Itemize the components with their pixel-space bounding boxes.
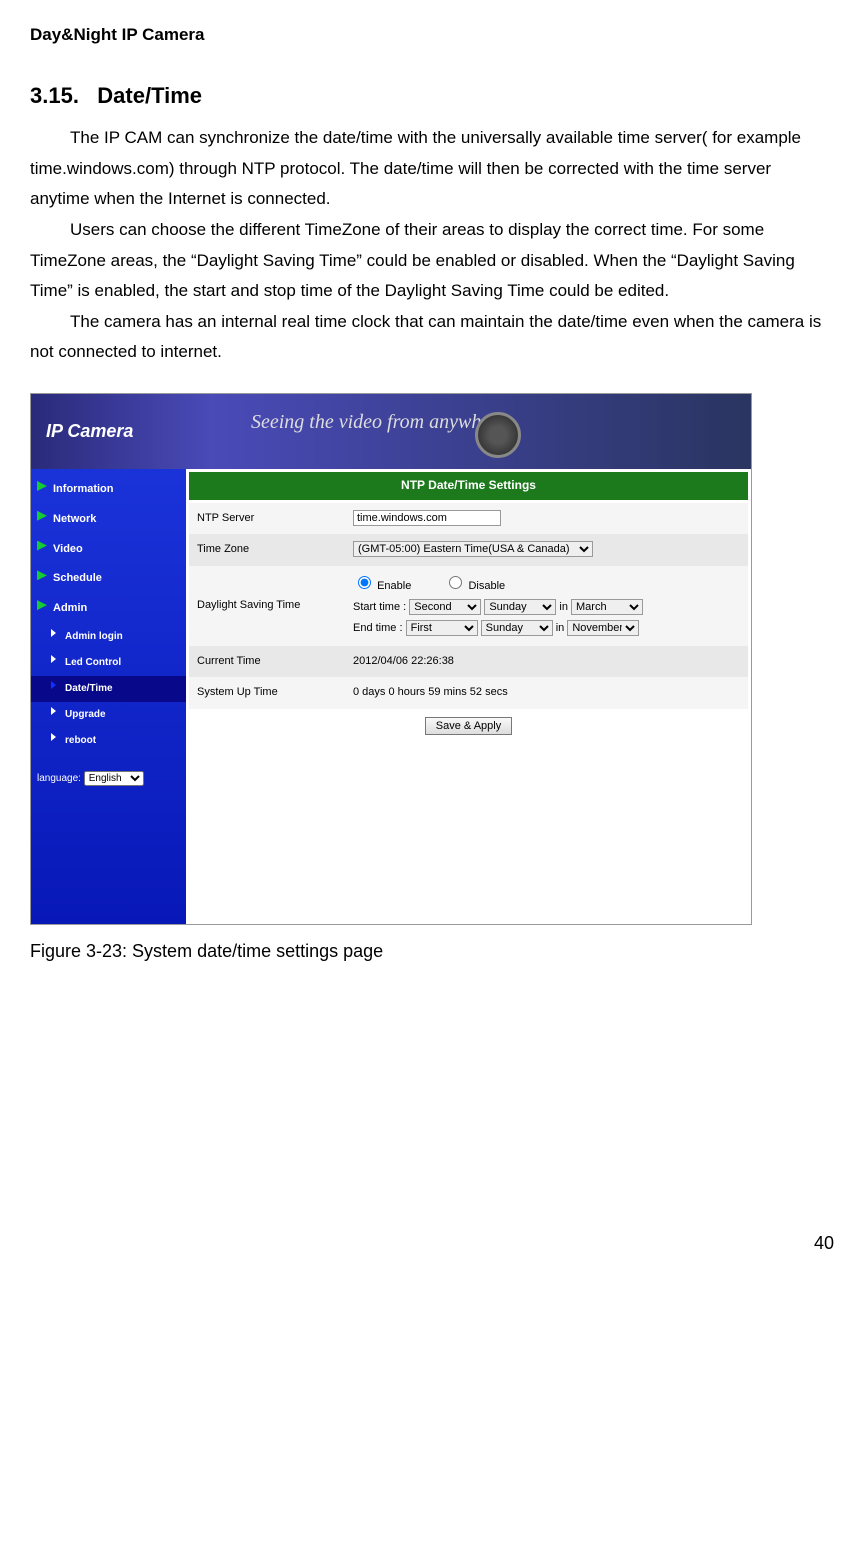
dst-end-text: End time :	[353, 622, 403, 634]
sidebar-item-video[interactable]: Video	[31, 535, 186, 565]
sidebar-sub-reboot[interactable]: reboot	[31, 728, 186, 754]
language-select[interactable]: English	[84, 771, 144, 786]
banner-logo: IP Camera	[46, 415, 133, 447]
dst-start-text: Start time :	[353, 601, 406, 613]
panel-title: NTP Date/Time Settings	[189, 472, 748, 500]
content-area: NTP Date/Time Settings NTP Server Time Z…	[186, 469, 751, 924]
dst-start-week[interactable]: Second	[409, 599, 481, 615]
doc-header: Day&Night IP Camera	[30, 20, 834, 51]
figure-caption: Figure 3-23: System date/time settings p…	[30, 935, 834, 967]
page-number: 40	[30, 1227, 834, 1259]
language-selector: language: English	[31, 766, 186, 792]
banner-slogan: Seeing the video from anywhere	[251, 404, 506, 440]
banner: IP Camera Seeing the video from anywhere	[31, 394, 751, 469]
sidebar-sub-upgrade[interactable]: Upgrade	[31, 702, 186, 728]
sidebar-item-network[interactable]: Network	[31, 505, 186, 535]
paragraph-3: The camera has an internal real time clo…	[30, 307, 834, 368]
sidebar-item-information[interactable]: Information	[31, 475, 186, 505]
settings-table: NTP Server Time Zone (GMT-05:00) Eastern…	[189, 503, 748, 710]
ntp-input[interactable]	[353, 510, 501, 526]
current-time-value: 2012/04/06 22:26:38	[345, 646, 748, 678]
dst-end-week[interactable]: First	[406, 620, 478, 636]
dst-end-month[interactable]: November	[567, 620, 639, 636]
dst-disable-label[interactable]: Disable	[444, 580, 505, 592]
tz-select[interactable]: (GMT-05:00) Eastern Time(USA & Canada)	[353, 541, 593, 557]
dst-start-month[interactable]: March	[571, 599, 643, 615]
ntp-label: NTP Server	[189, 503, 345, 535]
dst-end-day[interactable]: Sunday	[481, 620, 553, 636]
section-number: 3.15.	[30, 83, 79, 108]
dst-disable-radio[interactable]	[449, 576, 462, 589]
uptime-label: System Up Time	[189, 677, 345, 709]
tz-label: Time Zone	[189, 534, 345, 566]
sidebar-sub-adminlogin[interactable]: Admin login	[31, 624, 186, 650]
sidebar-item-admin[interactable]: Admin	[31, 594, 186, 624]
dst-label: Daylight Saving Time	[189, 566, 345, 645]
section-heading: 3.15. Date/Time	[30, 76, 834, 116]
dst-enable-radio[interactable]	[358, 576, 371, 589]
save-apply-button[interactable]: Save & Apply	[425, 717, 512, 735]
dst-start-day[interactable]: Sunday	[484, 599, 556, 615]
sidebar: Information Network Video Schedule Admin…	[31, 469, 186, 924]
section-title-text: Date/Time	[97, 83, 202, 108]
lens-icon	[475, 412, 521, 458]
figure: IP Camera Seeing the video from anywhere…	[30, 393, 834, 925]
dst-end-in: in	[556, 622, 565, 634]
sidebar-sub-ledcontrol[interactable]: Led Control	[31, 650, 186, 676]
dst-enable-label[interactable]: Enable	[353, 580, 411, 592]
dst-start-in: in	[559, 601, 568, 613]
ipcam-screenshot: IP Camera Seeing the video from anywhere…	[30, 393, 752, 925]
uptime-value: 0 days 0 hours 59 mins 52 secs	[345, 677, 748, 709]
section-body: The IP CAM can synchronize the date/time…	[30, 123, 834, 368]
sidebar-item-schedule[interactable]: Schedule	[31, 564, 186, 594]
current-time-label: Current Time	[189, 646, 345, 678]
paragraph-1: The IP CAM can synchronize the date/time…	[30, 123, 834, 215]
paragraph-2: Users can choose the different TimeZone …	[30, 215, 834, 307]
sidebar-sub-datetime[interactable]: Date/Time	[31, 676, 186, 702]
language-label: language:	[37, 773, 81, 784]
